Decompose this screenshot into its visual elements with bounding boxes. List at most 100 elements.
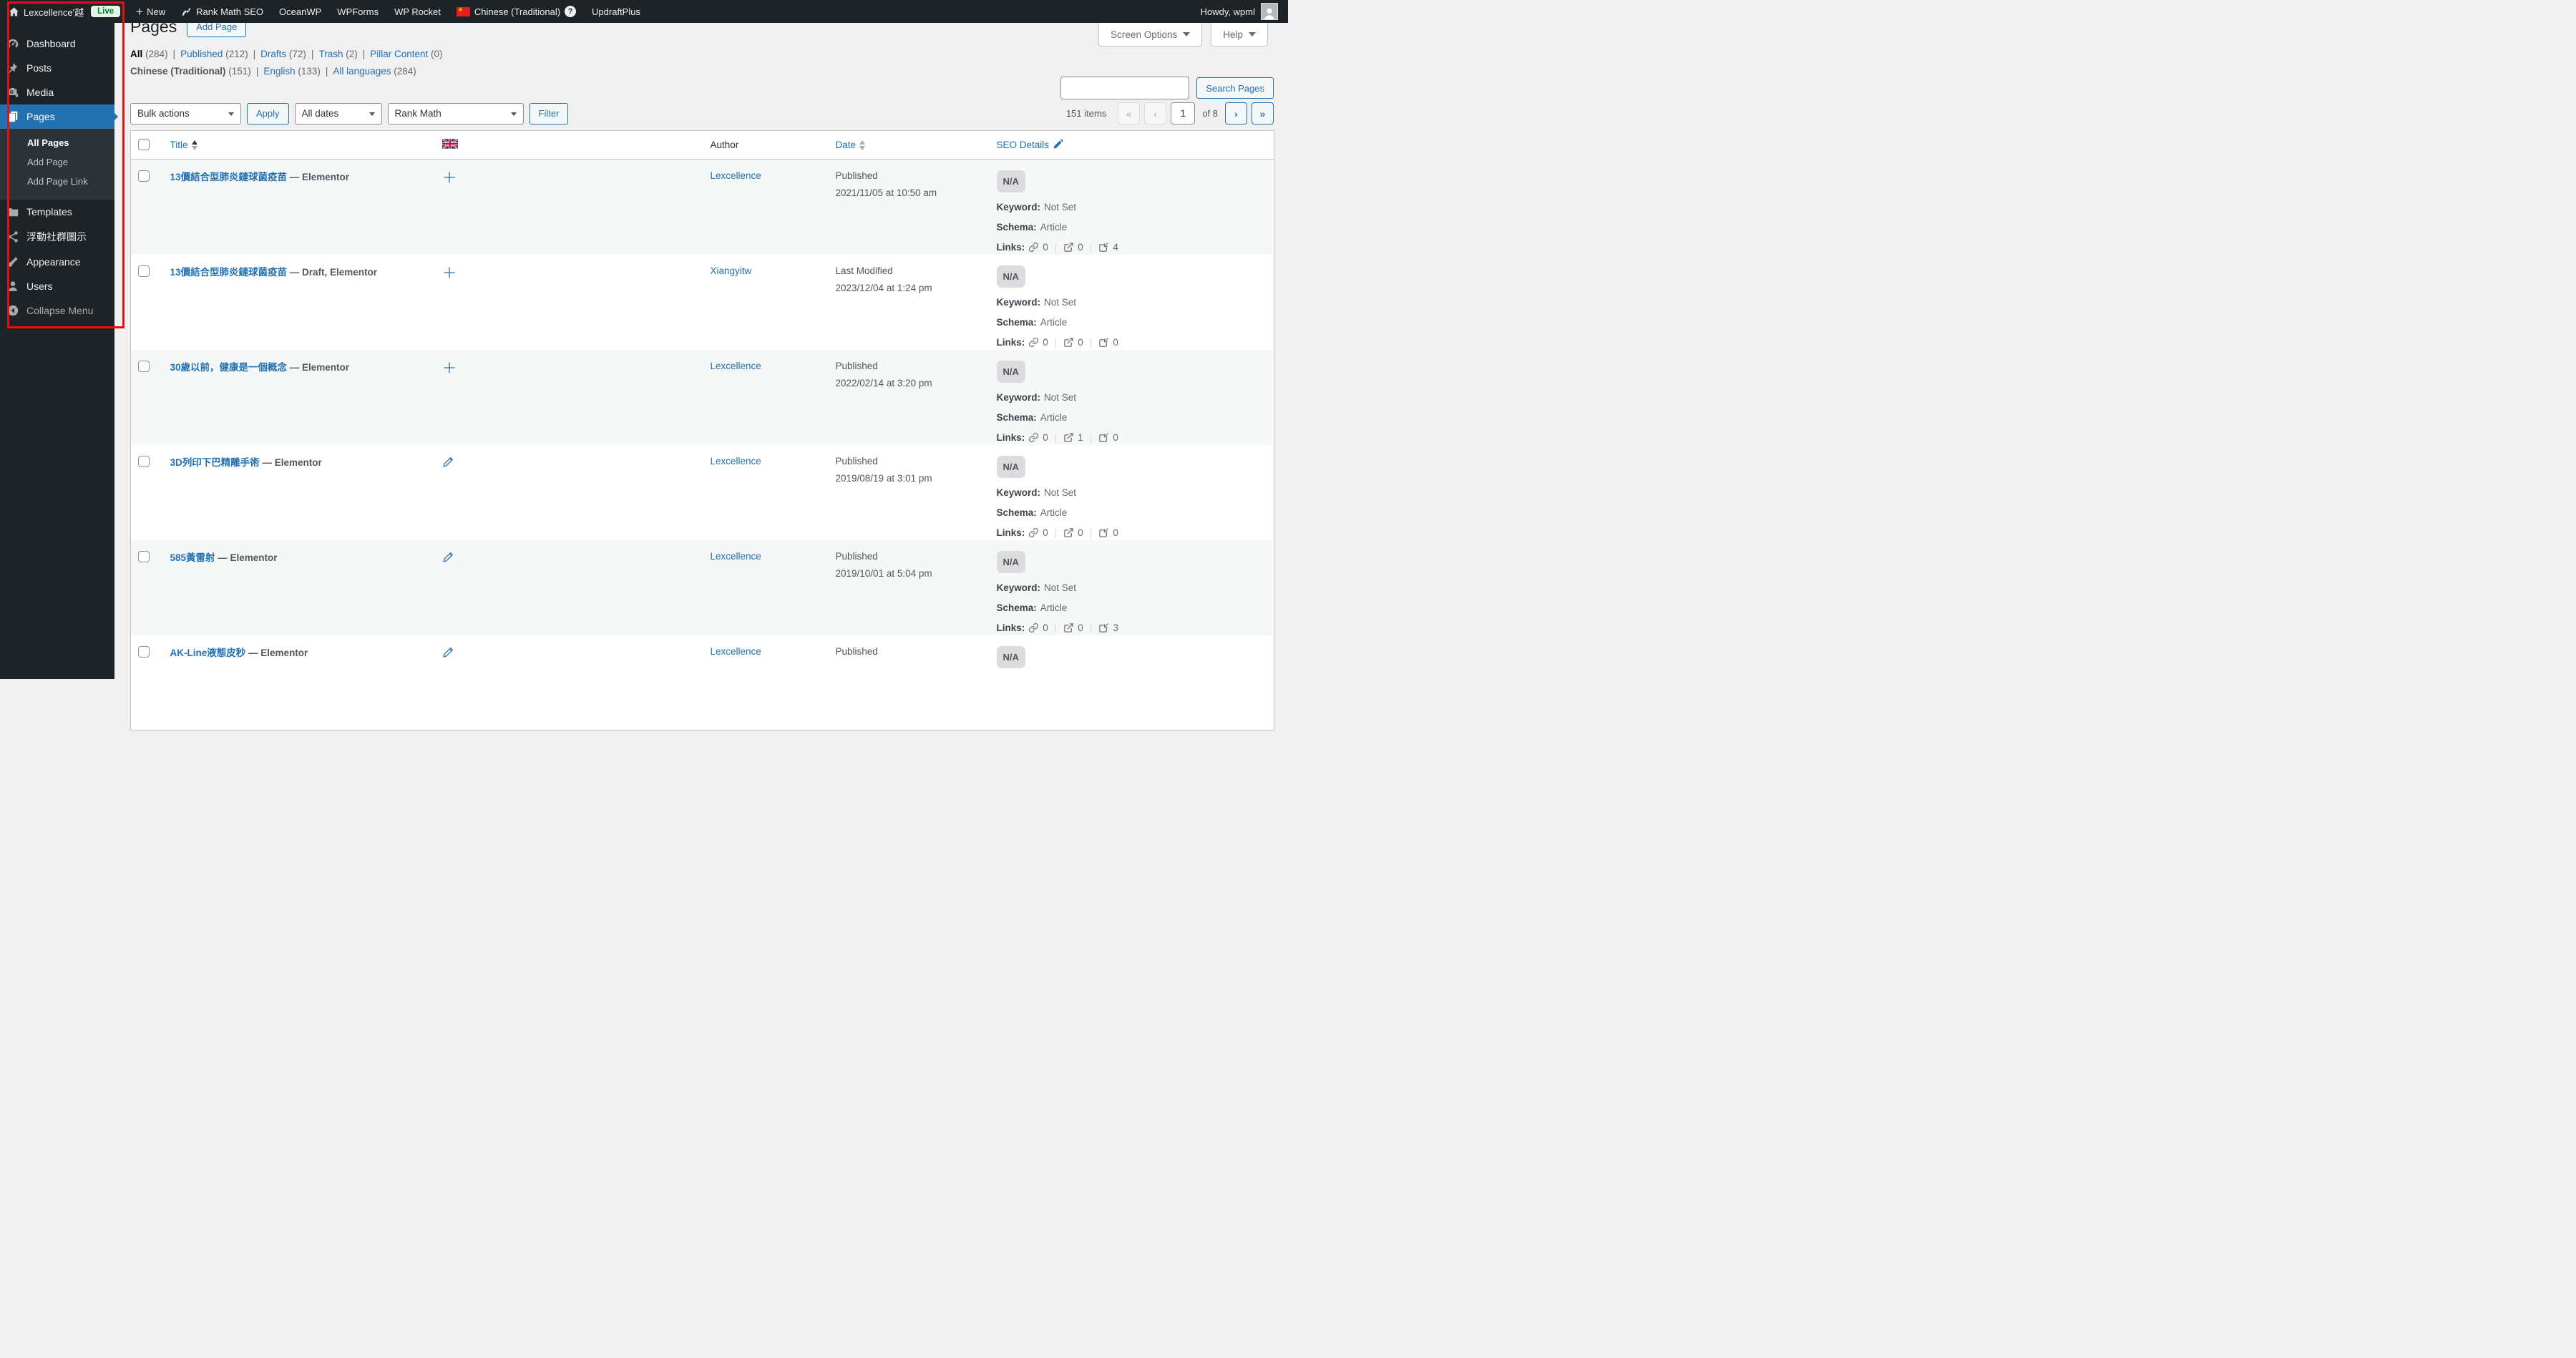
status-filter-1[interactable]: Published (212) [180, 49, 248, 59]
edit-translation-icon[interactable] [442, 456, 454, 470]
status-filter-0[interactable]: All (284) [130, 49, 168, 59]
avatar[interactable] [1261, 3, 1278, 20]
admin-bar: Lexcellence'越 Live + New Rank Math SEO Oc… [0, 0, 1288, 23]
post-state-label: — Elementor [259, 456, 322, 468]
incoming-links-count[interactable]: 0 [1113, 432, 1118, 443]
sidebar-item-posts[interactable]: Posts [0, 56, 114, 80]
filter-button[interactable]: Filter [529, 102, 569, 124]
search-pages-button[interactable]: Search Pages [1196, 77, 1274, 99]
external-links-count[interactable]: 1 [1078, 432, 1083, 443]
language-filter-0[interactable]: Chinese (Traditional) (151) [130, 66, 251, 77]
select-all-checkbox[interactable] [138, 139, 150, 150]
table-nav: Bulk actions Apply All dates Rank Math F… [130, 102, 1274, 124]
sidebar-item-add-page-link[interactable]: Add Page Link [0, 172, 114, 191]
row-checkbox[interactable] [138, 170, 150, 182]
edit-translation-icon[interactable] [442, 646, 454, 660]
row-checkbox[interactable] [138, 455, 150, 467]
external-links-count[interactable]: 0 [1078, 527, 1083, 538]
internal-links-count[interactable]: 0 [1043, 337, 1048, 348]
wp-rocket-menu[interactable]: WP Rocket [394, 6, 441, 17]
incoming-links-count[interactable]: 4 [1113, 242, 1118, 253]
sidebar-item-add-page[interactable]: Add Page [0, 152, 114, 172]
author-link[interactable]: Lexcellence [711, 551, 761, 562]
help-tab[interactable]: Help [1211, 23, 1268, 47]
internal-links-count[interactable]: 0 [1043, 432, 1048, 443]
site-menu[interactable]: Lexcellence'越 Live [9, 5, 121, 19]
internal-links-icon [1029, 527, 1039, 537]
status-filter-3[interactable]: Trash (2) [318, 49, 357, 59]
add-translation-icon[interactable] [442, 361, 457, 377]
next-page-button[interactable]: › [1225, 102, 1247, 124]
sort-by-title[interactable]: Title [170, 140, 197, 150]
author-link[interactable]: Lexcellence [711, 170, 761, 181]
sidebar-item-collapse-menu[interactable]: Collapse Menu [0, 298, 114, 323]
row-checkbox[interactable] [138, 645, 150, 658]
sidebar-item-users[interactable]: Users [0, 274, 114, 298]
status-label: Published [835, 455, 878, 466]
page-title-link[interactable]: AK-Line液態皮秒 [170, 648, 246, 658]
internal-links-count[interactable]: 0 [1043, 622, 1048, 633]
sidebar-item-social-icons[interactable]: 浮動社群圖示 [0, 224, 114, 250]
rank-math-menu[interactable]: Rank Math SEO [181, 6, 263, 17]
external-links-count[interactable]: 0 [1078, 622, 1083, 633]
screen-options-tab[interactable]: Screen Options [1098, 23, 1203, 47]
dates-filter-select[interactable]: All dates [294, 102, 382, 124]
table-row: AK-Line液態皮秒 — Elementor Lexcellence Publ… [131, 635, 1274, 731]
new-menu[interactable]: + New [136, 6, 165, 18]
plus-icon: + [136, 4, 144, 19]
oceanwp-menu[interactable]: OceanWP [279, 6, 321, 17]
first-page-button[interactable]: « [1118, 102, 1141, 124]
author-link[interactable]: Lexcellence [711, 646, 761, 657]
add-translation-icon[interactable] [442, 170, 457, 187]
rank-math-filter-select[interactable]: Rank Math [387, 102, 524, 124]
incoming-links-count[interactable]: 0 [1113, 527, 1118, 538]
incoming-links-count[interactable]: 3 [1113, 622, 1118, 633]
current-page-input[interactable] [1171, 102, 1196, 124]
external-links-count[interactable]: 0 [1078, 337, 1083, 348]
internal-links-count[interactable]: 0 [1043, 527, 1048, 538]
add-translation-icon[interactable] [442, 265, 457, 282]
internal-links-count[interactable]: 0 [1043, 242, 1048, 253]
bulk-actions-select[interactable]: Bulk actions [130, 102, 241, 124]
language-filter-1[interactable]: English (133) [263, 66, 321, 77]
keyword-line: Keyword: Not Set [996, 487, 1077, 498]
sidebar-item-templates[interactable]: Templates [0, 200, 114, 224]
updraftplus-menu[interactable]: UpdraftPlus [592, 6, 640, 17]
search-input[interactable] [1060, 77, 1190, 99]
author-link[interactable]: Xiangyitw [711, 265, 752, 276]
howdy-label[interactable]: Howdy, wpml [1201, 6, 1255, 17]
page-title-link[interactable]: 13價結合型肺炎鏈球菌疫苗 [170, 267, 288, 278]
row-checkbox[interactable] [138, 265, 150, 277]
date-value: 2019/10/01 at 5:04 pm [835, 567, 932, 579]
status-label: Published [835, 360, 878, 371]
wpforms-menu[interactable]: WPForms [337, 6, 379, 17]
page-title-link[interactable]: 13價結合型肺炎鏈球菌疫苗 [170, 172, 288, 182]
sidebar-item-dashboard[interactable]: Dashboard [0, 31, 114, 56]
help-circle-icon[interactable]: ? [565, 6, 577, 17]
sidebar-item-all-pages[interactable]: All Pages [0, 133, 114, 152]
author-link[interactable]: Lexcellence [711, 361, 761, 371]
page-title-link[interactable]: 585黃雷射 [170, 552, 215, 563]
external-links-count[interactable]: 0 [1078, 242, 1083, 253]
links-line: Links: 0 | 0 | 4 [996, 242, 1118, 253]
last-page-button[interactable]: » [1252, 102, 1274, 124]
row-checkbox[interactable] [138, 550, 150, 562]
apply-button[interactable]: Apply [247, 102, 289, 124]
edit-translation-icon[interactable] [442, 551, 454, 565]
sidebar-item-pages[interactable]: Pages [0, 104, 118, 129]
sidebar-item-media[interactable]: Media [0, 80, 114, 104]
sort-by-date[interactable]: Date [836, 140, 866, 150]
status-filter-4[interactable]: Pillar Content (0) [370, 49, 442, 59]
seo-details-header[interactable]: SEO Details [997, 140, 1064, 150]
incoming-links-count[interactable]: 0 [1113, 337, 1118, 348]
row-checkbox[interactable] [138, 360, 150, 372]
page-title-link[interactable]: 3D列印下巴精雕手術 [170, 457, 260, 468]
author-link[interactable]: Lexcellence [711, 456, 761, 466]
language-menu[interactable]: ★ Chinese (Traditional) ? [456, 6, 577, 17]
status-filter-2[interactable]: Drafts (72) [260, 49, 306, 59]
sidebar-item-appearance[interactable]: Appearance [0, 250, 114, 274]
prev-page-button[interactable]: ‹ [1144, 102, 1167, 124]
page-title-link[interactable]: 30歲以前，健康是一個概念 [170, 362, 288, 373]
language-filter-2[interactable]: All languages (284) [333, 66, 416, 77]
person-icon [1264, 8, 1274, 19]
